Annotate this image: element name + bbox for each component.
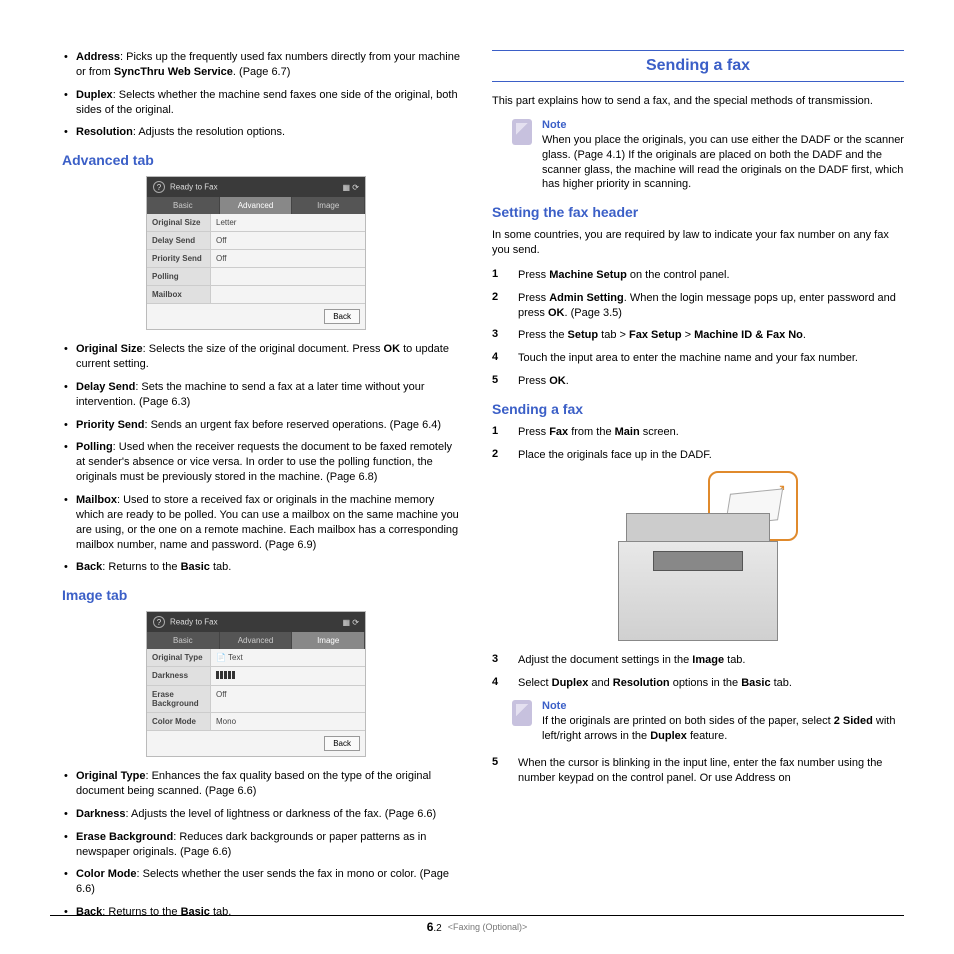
row-value[interactable]: Off [211,686,365,712]
row-value[interactable] [211,667,365,685]
bullet-color-mode: Color Mode: Selects whether the user sen… [68,867,462,897]
bullet-address: Address: Picks up the frequently used fa… [68,50,462,80]
image-bullets: Original Type: Enhances the fax quality … [50,769,462,920]
row-value[interactable] [211,286,365,303]
top-bullets: Address: Picks up the frequently used fa… [50,50,462,140]
step-4: 4Touch the input area to enter the machi… [492,351,904,366]
bullet-original-size: Original Size: Selects the size of the o… [68,342,462,372]
toolbar-icons: ▦ ⟳ [343,618,359,627]
bullet-original-type: Original Type: Enhances the fax quality … [68,769,462,799]
row-value[interactable]: Letter [211,214,365,231]
screen-title: Ready to Fax [170,183,218,192]
send-steps-b: 3Adjust the document settings in the Ima… [492,653,904,691]
intro-para: This part explains how to send a fax, an… [492,94,904,109]
printer-illustration [598,471,798,641]
back-button[interactable]: Back [324,309,360,324]
bullet-mailbox: Mailbox: Used to store a received fax or… [68,493,462,552]
note-heading: Note [542,700,904,712]
send-step-1: 1Press Fax from the Main screen. [492,425,904,440]
header-intro: In some countries, you are required by l… [492,228,904,258]
tab-image[interactable]: Image [292,632,365,649]
row-value[interactable]: 📄 Text [211,649,365,666]
tab-advanced[interactable]: Advanced [220,197,293,214]
send-steps-c: 5When the cursor is blinking in the inpu… [492,756,904,786]
note-icon [512,700,532,726]
tab-basic[interactable]: Basic [147,632,220,649]
toolbar-icons: ▦ ⟳ [343,183,359,192]
row-label: Polling [147,268,211,285]
tab-image[interactable]: Image [292,197,365,214]
bullet-delay-send: Delay Send: Sets the machine to send a f… [68,380,462,410]
advanced-tab-screenshot: ? Ready to Fax ▦ ⟳ Basic Advanced Image Or… [146,176,366,330]
help-icon: ? [153,616,165,628]
row-value[interactable]: Off [211,232,365,249]
bullet-resolution: Resolution: Adjusts the resolution optio… [68,125,462,140]
bullet-priority-send: Priority Send: Sends an urgent fax befor… [68,418,462,433]
row-label: Delay Send [147,232,211,249]
note-body: When you place the originals, you can us… [542,133,904,192]
row-label: Darkness [147,667,211,685]
send-step-4: 4Select Duplex and Resolution options in… [492,676,904,691]
step-1: 1Press Machine Setup on the control pane… [492,268,904,283]
bullet-duplex: Duplex: Selects whether the machine send… [68,88,462,118]
bullet-erase-background: Erase Background: Reduces dark backgroun… [68,830,462,860]
back-button[interactable]: Back [324,736,360,751]
sending-fax-heading: Sending a fax [492,401,904,417]
section-label: <Faxing (Optional)> [448,922,528,932]
image-tab-screenshot: ? Ready to Fax ▦ ⟳ Basic Advanced Image Or… [146,611,366,757]
screen-title: Ready to Fax [170,618,218,627]
setting-fax-header-heading: Setting the fax header [492,204,904,220]
help-icon: ? [153,181,165,193]
bullet-back: Back: Returns to the Basic tab. [68,560,462,575]
row-value[interactable] [211,268,365,285]
step-3: 3Press the Setup tab > Fax Setup > Machi… [492,328,904,343]
step-2: 2Press Admin Setting. When the login mes… [492,291,904,321]
page-number: 6.2 [427,920,442,934]
row-label: Original Size [147,214,211,231]
sending-fax-title: Sending a fax [492,50,904,82]
header-steps: 1Press Machine Setup on the control pane… [492,268,904,389]
note-body: If the originals are printed on both sid… [542,714,904,744]
note-duplex: Note If the originals are printed on bot… [512,700,904,744]
page-columns: Address: Picks up the frequently used fa… [50,50,904,928]
note-heading: Note [542,119,904,131]
send-step-3: 3Adjust the document settings in the Ima… [492,653,904,668]
left-column: Address: Picks up the frequently used fa… [50,50,462,928]
row-label: Original Type [147,649,211,666]
page-footer: 6.2 <Faxing (Optional)> [50,915,904,934]
step-5: 5Press OK. [492,374,904,389]
row-value[interactable]: Off [211,250,365,267]
bullet-polling: Polling: Used when the receiver requests… [68,440,462,485]
row-label: Mailbox [147,286,211,303]
send-step-2: 2Place the originals face up in the DADF… [492,448,904,463]
tab-basic[interactable]: Basic [147,197,220,214]
advanced-tab-heading: Advanced tab [62,152,462,168]
row-label: Color Mode [147,713,211,730]
tab-advanced[interactable]: Advanced [220,632,293,649]
image-tab-heading: Image tab [62,587,462,603]
row-value[interactable]: Mono [211,713,365,730]
advanced-bullets: Original Size: Selects the size of the o… [50,342,462,575]
note-dadf: Note When you place the originals, you c… [512,119,904,192]
bullet-darkness: Darkness: Adjusts the level of lightness… [68,807,462,822]
row-label: Priority Send [147,250,211,267]
row-label: Erase Background [147,686,211,712]
send-steps-a: 1Press Fax from the Main screen. 2Place … [492,425,904,463]
send-step-5: 5When the cursor is blinking in the inpu… [492,756,904,786]
right-column: Sending a fax This part explains how to … [492,50,904,928]
note-icon [512,119,532,145]
